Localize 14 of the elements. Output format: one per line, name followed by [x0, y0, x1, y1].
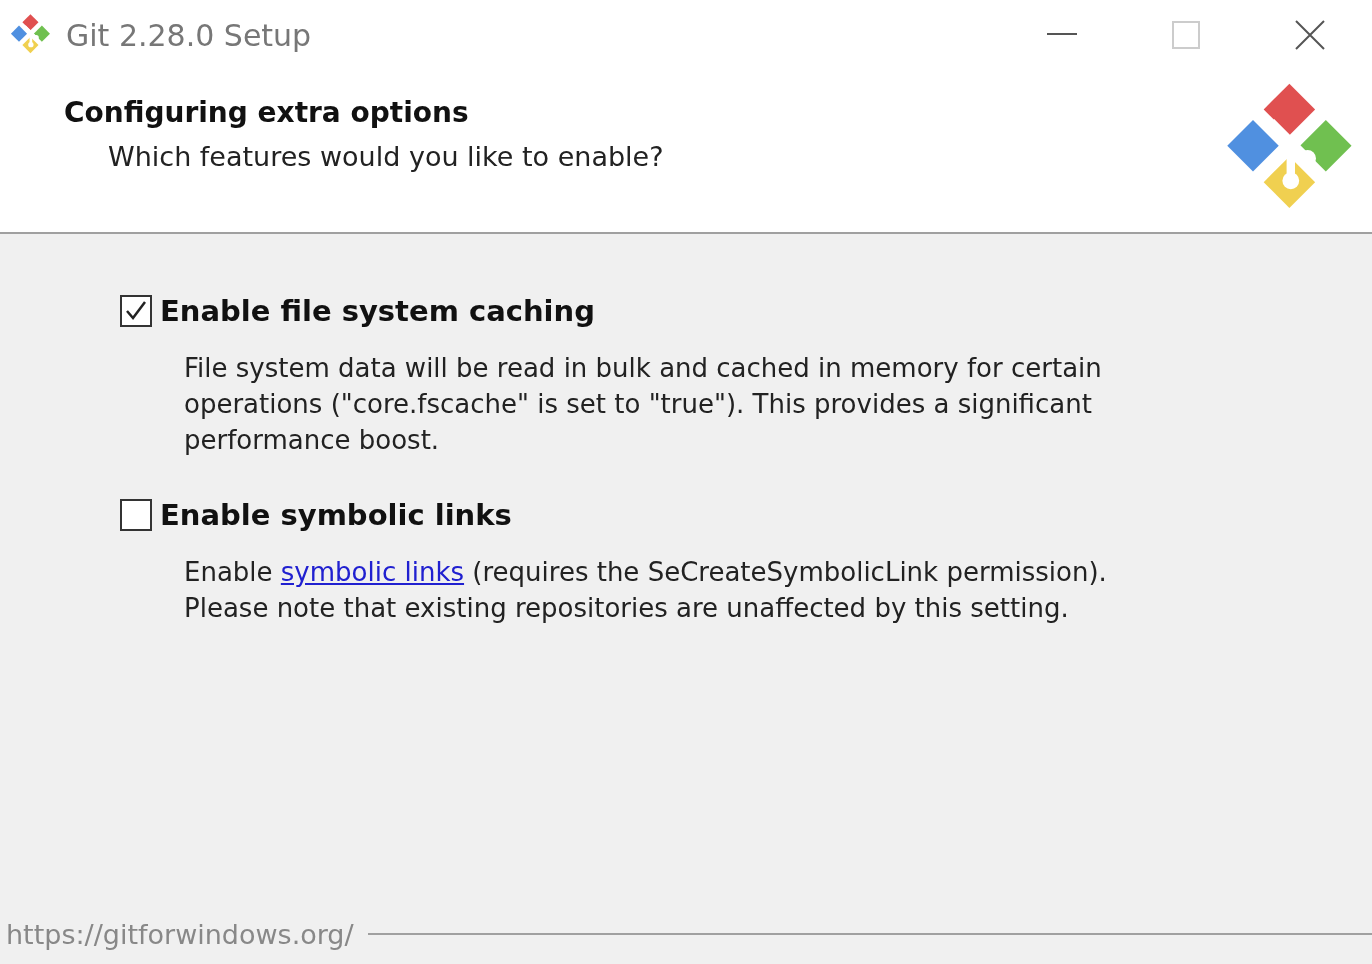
option-description: File system data will be read in bulk and cached in memory for certain operations ("core.fscache" is set to "true"). This provides a significant performance boost. — [184, 352, 1103, 457]
website-url: https://gitforwindows.org/ — [6, 918, 354, 950]
page-subtitle: Which features would you like to enable? — [108, 141, 665, 172]
maximize-icon — [1172, 21, 1200, 49]
option-label: Enable file system caching — [160, 294, 595, 328]
option-label: Enable symbolic links — [160, 498, 512, 532]
checkbox[interactable] — [120, 499, 152, 531]
close-icon — [1295, 20, 1325, 50]
page-title: Configuring extra options — [64, 96, 470, 129]
window-title: Git 2.28.0 Setup — [66, 17, 313, 53]
minimize-icon — [1047, 33, 1077, 37]
checkbox[interactable] — [120, 295, 152, 327]
option-description: Enable symbolic links (requires the SeCreateSymbolicLink permission). Please note that existing repositories are unaffected by this setting. — [184, 556, 1108, 625]
symbolic-links-link[interactable]: symbolic links — [280, 557, 465, 587]
